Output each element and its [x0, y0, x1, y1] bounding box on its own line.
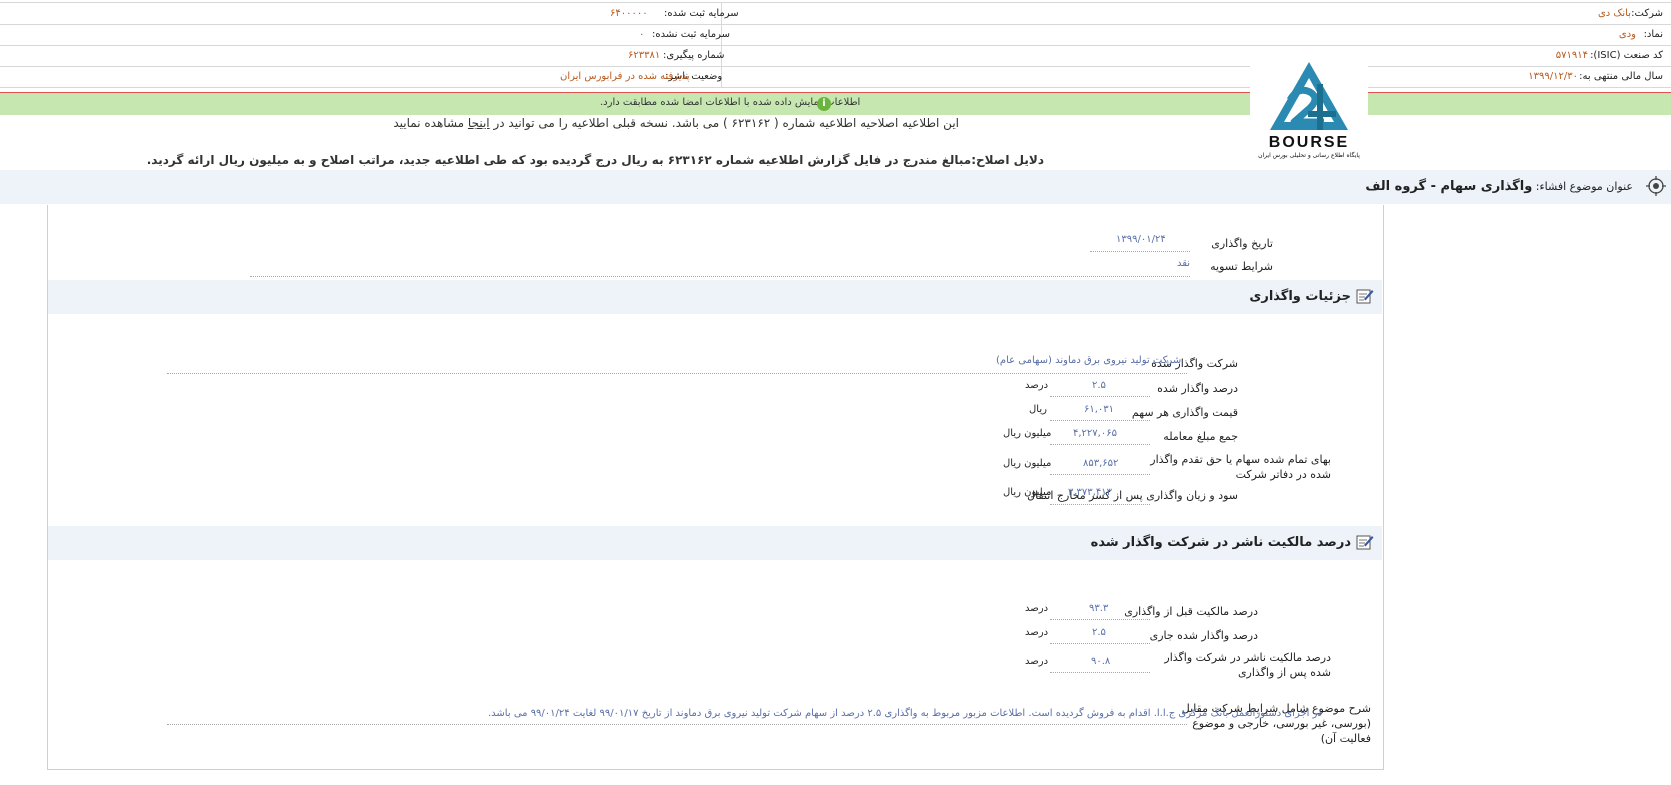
price-per-share-label: قیمت واگذاری هر سهم	[1131, 406, 1238, 419]
field-underline	[1050, 396, 1150, 397]
publisher-status-value: پذیرفته شده در فرابورس ایران	[560, 71, 690, 82]
subject-label: عنوان موضوع افشاء:	[1535, 180, 1633, 193]
verification-banner: اطلاعات نمایش داده شده با اطلاعات امضا ش…	[0, 92, 1671, 115]
section-transfer-details	[48, 280, 1382, 314]
field-underline	[250, 276, 1190, 277]
ownership-before-unit: درصد	[1025, 603, 1049, 614]
unregistered-capital-value: ۰	[639, 29, 645, 40]
target-icon	[1646, 176, 1666, 196]
disclosure-subject-bar: عنوان موضوع افشاء: واگذاری سهام - گروه ا…	[0, 170, 1671, 204]
correction-notice: این اطلاعیه اصلاحیه اطلاعیه شماره ( ۶۲۳۱…	[393, 116, 959, 130]
book-cost-unit: میلیون ریال	[1003, 458, 1052, 469]
book-cost-label: بهای تمام شده سهام یا حق تقدم واگذار شده…	[1150, 453, 1331, 481]
current-transferred-label: درصد واگذار شده جاری	[1149, 629, 1258, 642]
field-underline	[1050, 643, 1150, 644]
info-icon: i	[817, 97, 831, 111]
transferred-company-value: شرکت تولید نیروی برق دماوند (سهامی عام)	[996, 355, 1182, 366]
company-value[interactable]: بانک دی	[1598, 8, 1631, 19]
isic-value: ۵۷۱۹۱۴	[1555, 50, 1588, 61]
header-row	[0, 24, 1671, 46]
total-amount-label: جمع مبلغ معامله	[1163, 430, 1238, 443]
transferred-percent-unit: درصد	[1025, 380, 1049, 391]
field-underline	[167, 373, 1187, 374]
transferred-percent-label: درصد واگذار شده	[1157, 382, 1238, 395]
field-underline	[1050, 672, 1150, 673]
symbol-label: نماد:	[1643, 29, 1663, 40]
logo-subtitle: پایگاه اطلاع رسانی و تحلیلی بورس ایران	[1258, 151, 1360, 159]
profit-loss-value: ۳,۳۷۳,۴۱۳	[1068, 487, 1112, 498]
correction-notice-suffix: مشاهده نمایید	[393, 116, 465, 130]
registered-capital-label: سرمایه ثبت شده:	[664, 8, 739, 19]
ownership-after-label: درصد مالکیت ناشر در شرکت واگذار شده پس ا…	[1164, 651, 1331, 679]
ownership-after-value: ۹۰.۸	[1091, 656, 1111, 667]
field-underline	[1050, 619, 1150, 620]
book-cost-value: ۸۵۳,۶۵۲	[1083, 458, 1119, 469]
ownership-before-value: ۹۳.۳	[1089, 603, 1109, 614]
disclosure-subject: عنوان موضوع افشاء: واگذاری سهام - گروه ا…	[1365, 179, 1633, 194]
settlement-terms-value: نقد	[1177, 258, 1191, 269]
current-transferred-unit: درصد	[1025, 627, 1049, 638]
field-underline	[167, 724, 1187, 725]
fiscal-year-label: سال مالی منتهی به:	[1579, 71, 1663, 82]
unregistered-capital-label: سرمایه ثبت نشده:	[652, 29, 730, 40]
header-info-table	[0, 2, 1671, 90]
price-per-share-value: ۶۱,۰۳۱	[1084, 404, 1115, 415]
bourse24-logo[interactable]: BOURSE پایگاه اطلاع رسانی و تحلیلی بورس …	[1250, 56, 1368, 160]
tracking-number-label: شماره پیگیری:	[663, 50, 725, 61]
header-row	[0, 66, 1671, 88]
logo-text: BOURSE	[1269, 134, 1349, 151]
transfer-date-value: ۱۳۹۹/۰۱/۲۴	[1116, 234, 1166, 245]
profit-loss-unit: میلیون ریال	[1003, 487, 1052, 498]
ownership-after-unit: درصد	[1025, 656, 1049, 667]
description-value: در اجرای دستورالعمل بانک مرکزی ج.ا.ا. اق…	[488, 708, 1322, 719]
isic-label: کد صنعت (ISIC):	[1590, 50, 1663, 61]
transfer-date-label: تاریخ واگذاری	[1211, 237, 1273, 250]
current-transferred-value: ۲.۵	[1092, 627, 1106, 638]
company-label: شرکت:	[1631, 8, 1663, 19]
price-per-share-unit: ریال	[1029, 404, 1047, 415]
field-underline	[1090, 251, 1190, 252]
profit-loss-label: سود و زیان واگذاری پس از کسر مخارج انتقا…	[1027, 489, 1238, 502]
header-row	[0, 45, 1671, 67]
fiscal-year-value: ۱۳۹۹/۱۲/۳۰	[1528, 71, 1578, 82]
field-underline	[1050, 420, 1150, 421]
section-title-ownership-percent: درصد مالکیت ناشر در شرکت واگذار شده	[1090, 535, 1351, 550]
field-underline	[1050, 504, 1150, 505]
section-title-transfer-details: جزئیات واگذاری	[1249, 289, 1351, 304]
edit-note-icon	[1356, 535, 1374, 550]
settlement-terms-label: شرایط تسویه	[1210, 260, 1273, 273]
ownership-before-label: درصد مالکیت قبل از واگذاری	[1124, 605, 1258, 618]
edit-note-icon	[1356, 289, 1374, 304]
subject-title: واگذاری سهام - گروه الف	[1365, 179, 1533, 194]
transferred-percent-value: ۲.۵	[1092, 380, 1106, 391]
field-underline	[1050, 474, 1150, 475]
registered-capital-value: ۶۴۰۰۰۰۰	[610, 8, 648, 19]
correction-notice-text: این اطلاعیه اصلاحیه اطلاعیه شماره ( ۶۲۳۱…	[493, 116, 959, 130]
symbol-value[interactable]: ودی	[1619, 29, 1636, 40]
tracking-number-value: ۶۲۳۳۸۱	[628, 50, 661, 61]
correction-reason: دلایل اصلاح:مبالغ مندرج در فایل گزارش اط…	[146, 153, 1044, 167]
field-underline	[1050, 444, 1150, 445]
header-row	[0, 3, 1671, 25]
total-amount-value: ۴,۲۲۷,۰۶۵	[1073, 428, 1117, 439]
total-amount-unit: میلیون ریال	[1003, 428, 1052, 439]
previous-version-link[interactable]: اینجا	[468, 116, 490, 130]
